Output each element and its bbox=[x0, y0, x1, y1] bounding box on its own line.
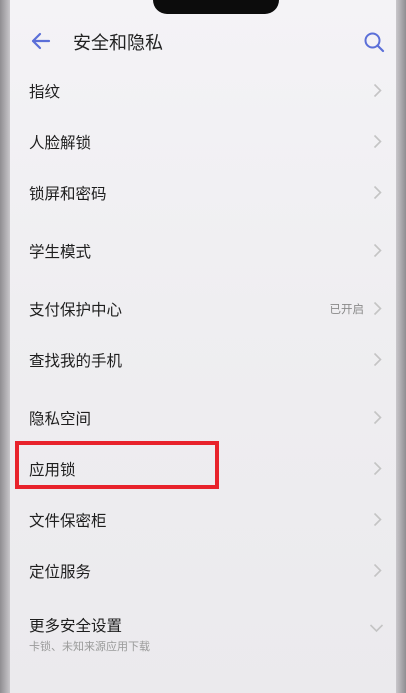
red-highlight-box bbox=[15, 441, 219, 489]
settings-item-more-security[interactable]: 更多安全设置 卡锁、未知来源应用下载 bbox=[10, 603, 396, 663]
settings-item-label: 隐私空间 bbox=[29, 410, 92, 428]
chevron-right-icon bbox=[373, 352, 382, 367]
settings-item-file-safe[interactable]: 文件保密柜 bbox=[10, 494, 396, 545]
settings-item-label: 定位服务 bbox=[29, 563, 92, 581]
settings-item-label: 学生模式 bbox=[29, 243, 92, 261]
status-text: 已开启 bbox=[329, 302, 365, 316]
settings-item-label: 更多安全设置 bbox=[29, 617, 123, 635]
settings-item-label: 查找我的手机 bbox=[29, 352, 123, 370]
chevron-right-icon bbox=[373, 243, 382, 258]
settings-item-payment-protection[interactable]: 支付保护中心 已开启 bbox=[10, 283, 396, 334]
settings-item-label: 指纹 bbox=[29, 83, 61, 101]
chevron-right-icon bbox=[373, 410, 382, 425]
chevron-right-icon bbox=[373, 134, 382, 149]
left-bezel bbox=[0, 0, 10, 693]
chevron-right-icon bbox=[373, 301, 382, 316]
group-divider bbox=[10, 276, 396, 283]
group-divider bbox=[10, 218, 396, 225]
back-arrow-icon[interactable] bbox=[28, 28, 54, 54]
settings-item-face-unlock[interactable]: 人脸解锁 bbox=[10, 116, 396, 167]
page-title: 安全和隐私 bbox=[73, 33, 163, 54]
settings-item-fingerprint[interactable]: 指纹 bbox=[10, 65, 396, 116]
chevron-right-icon bbox=[373, 461, 382, 476]
settings-item-student-mode[interactable]: 学生模式 bbox=[10, 225, 396, 276]
settings-item-label: 文件保密柜 bbox=[29, 512, 107, 530]
settings-list: 指纹 人脸解锁 锁屏和密码 学生模式 支付保护中心 已开启 查找我的手机 隐私空… bbox=[10, 65, 396, 663]
chevron-right-icon bbox=[373, 83, 382, 98]
chevron-right-icon bbox=[373, 512, 382, 527]
group-divider bbox=[10, 596, 396, 603]
camera-notch bbox=[153, 0, 279, 14]
settings-item-private-space[interactable]: 隐私空间 bbox=[10, 392, 396, 443]
chevron-right-icon bbox=[373, 563, 382, 578]
settings-item-find-my-phone[interactable]: 查找我的手机 bbox=[10, 334, 396, 385]
settings-item-label: 支付保护中心 bbox=[29, 301, 123, 319]
app-header: 安全和隐私 bbox=[10, 22, 396, 62]
settings-item-label: 人脸解锁 bbox=[29, 134, 92, 152]
search-icon[interactable] bbox=[362, 30, 386, 54]
phone-screen: 安全和隐私 指纹 人脸解锁 锁屏和密码 学生模式 支付保护中心 已开启 查找我的… bbox=[10, 0, 396, 693]
right-bezel bbox=[396, 0, 406, 693]
settings-item-label: 锁屏和密码 bbox=[29, 185, 107, 203]
chevron-right-icon bbox=[373, 185, 382, 200]
settings-item-subtitle: 卡锁、未知来源应用下载 bbox=[29, 640, 150, 653]
group-divider bbox=[10, 385, 396, 392]
chevron-down-icon bbox=[369, 624, 384, 633]
settings-item-lock-screen[interactable]: 锁屏和密码 bbox=[10, 167, 396, 218]
settings-item-location-services[interactable]: 定位服务 bbox=[10, 545, 396, 596]
